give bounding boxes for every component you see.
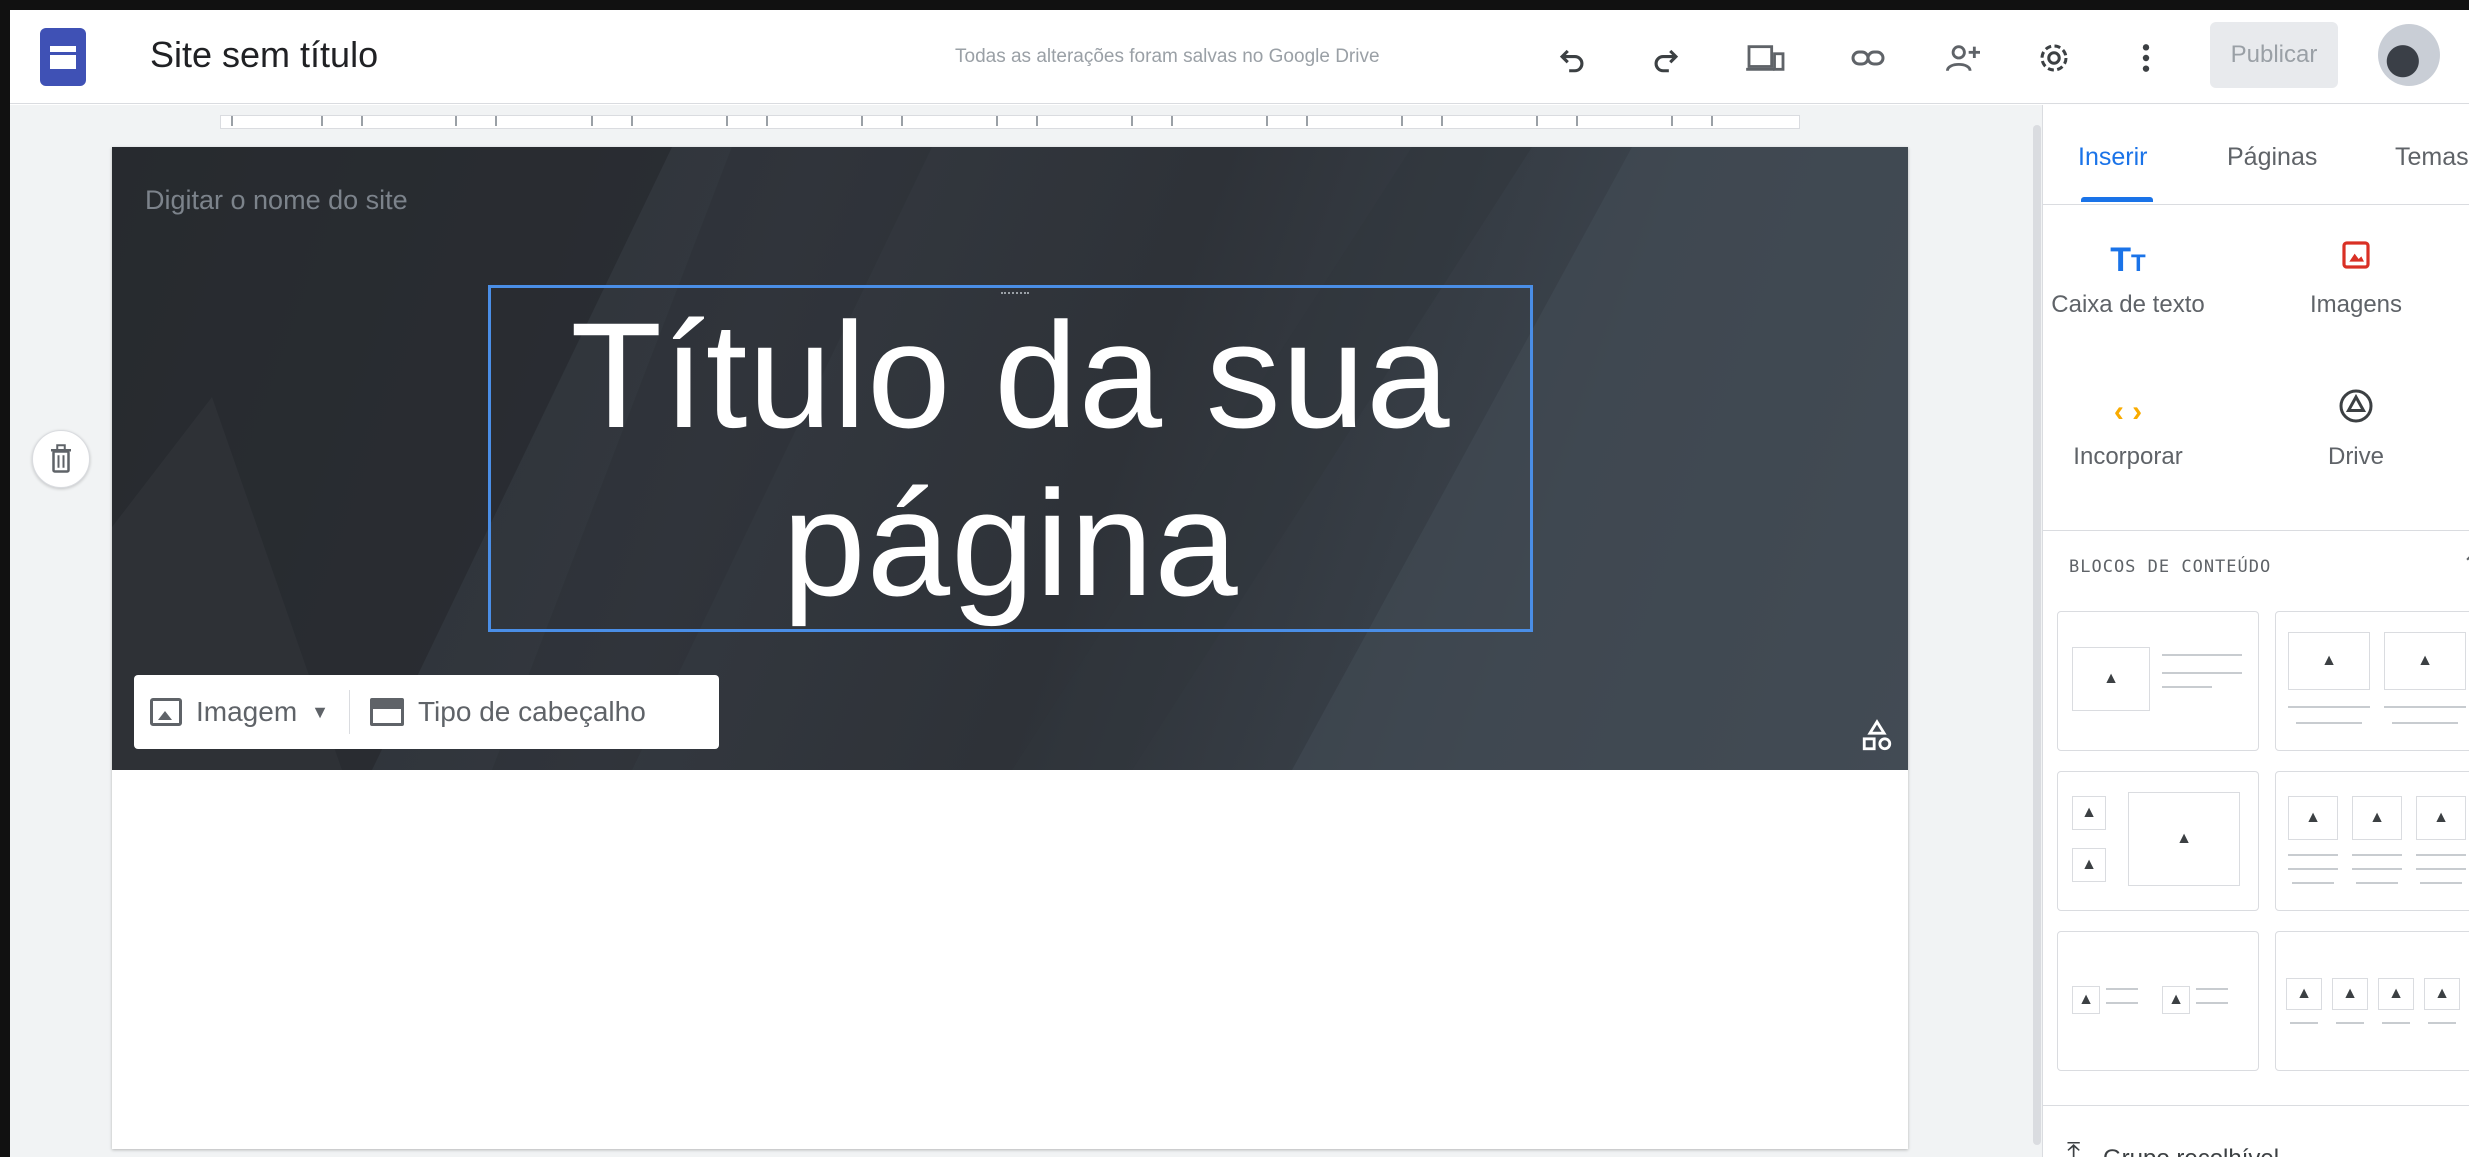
ruler — [220, 115, 1800, 129]
delete-section-button[interactable] — [32, 430, 90, 488]
content-block-two-images[interactable]: ▲ ▲ — [2275, 611, 2469, 751]
collapsible-group-item[interactable]: Grupo recolhível — [2103, 1145, 2279, 1157]
image-placeholder-icon: ▲ — [2342, 985, 2358, 1002]
toolbar-divider — [348, 690, 350, 734]
settings-icon[interactable] — [2028, 32, 2080, 84]
side-panel: Inserir Páginas Temas TT Caixa de texto … — [2042, 105, 2469, 1157]
sites-logo-icon[interactable] — [40, 28, 86, 86]
tab-pages[interactable]: Páginas — [2227, 143, 2317, 172]
publish-button[interactable]: Publicar — [2210, 22, 2338, 88]
content-block-three-images[interactable]: ▲ ▲ ▲ — [2275, 771, 2469, 911]
site-title[interactable]: Site sem título — [150, 34, 378, 76]
image-placeholder-icon: ▲ — [2434, 985, 2450, 1002]
header-type-button[interactable]: Tipo de cabeçalho — [369, 696, 646, 728]
image-placeholder-icon: ▲ — [2417, 652, 2433, 669]
image-placeholder-icon: ▲ — [2081, 804, 2097, 821]
preview-icon[interactable] — [1740, 32, 1792, 84]
more-options-icon[interactable] — [2120, 32, 2172, 84]
images-icon — [2271, 235, 2441, 285]
content-block-image-text[interactable]: ▲ — [2057, 611, 2259, 751]
panel-tabs: Inserir Páginas Temas — [2043, 105, 2469, 205]
image-placeholder-icon: ▲ — [2176, 830, 2192, 847]
page-title-line-1: Título da sua — [570, 290, 1451, 459]
add-person-icon[interactable] — [1937, 32, 1989, 84]
image-placeholder-icon: ▲ — [2433, 809, 2449, 826]
canvas-scrollbar[interactable] — [2032, 105, 2042, 1157]
editor-canvas: Digitar o nome do site Título da sua pág… — [10, 105, 2032, 1157]
image-placeholder-icon: ▲ — [2081, 856, 2097, 873]
app-window: Site sem título Todas as alterações fora… — [0, 0, 2469, 1157]
image-icon — [150, 698, 182, 726]
embed-icon: ‹ › — [2113, 395, 2143, 428]
section-divider — [2043, 1105, 2469, 1106]
top-bar: Site sem título Todas as alterações fora… — [10, 10, 2469, 104]
page-title-box[interactable]: Título da sua página — [488, 285, 1533, 632]
text-box-icon: TT — [2110, 241, 2146, 279]
image-placeholder-icon: ▲ — [2388, 985, 2404, 1002]
shapes-icon[interactable] — [1860, 719, 1896, 755]
avatar[interactable] — [2378, 24, 2440, 86]
header-type-label: Tipo de cabeçalho — [417, 696, 646, 727]
image-placeholder-icon: ▲ — [2168, 991, 2184, 1008]
tab-insert[interactable]: Inserir — [2078, 143, 2147, 172]
header-toolbar: Imagem ▼ Tipo de cabeçalho — [134, 675, 719, 749]
image-placeholder-icon: ▲ — [2305, 809, 2321, 826]
redo-icon[interactable] — [1640, 32, 1692, 84]
dropdown-arrow-icon: ▼ — [311, 701, 329, 722]
image-menu-button[interactable]: Imagem ▼ — [150, 696, 329, 728]
save-status: Todas as alterações foram salvas no Goog… — [955, 46, 1380, 67]
image-placeholder-icon: ▲ — [2369, 809, 2385, 826]
insert-embed[interactable]: ‹ › Incorporar — [2043, 387, 2213, 471]
drive-icon — [2271, 387, 2441, 437]
drag-handle-icon[interactable] — [1001, 292, 1029, 296]
tab-themes[interactable]: Temas — [2395, 143, 2469, 172]
image-placeholder-icon: ▲ — [2321, 652, 2337, 669]
insert-drive[interactable]: Drive — [2271, 387, 2441, 471]
site-name-input[interactable]: Digitar o nome do site — [145, 185, 408, 216]
section-divider — [2043, 530, 2469, 531]
insert-images-label: Imagens — [2309, 291, 2403, 318]
insert-text-box[interactable]: TT Caixa de texto — [2043, 235, 2213, 319]
content-block-image-text-pairs[interactable]: ▲ ▲ — [2057, 931, 2259, 1071]
insert-embed-label: Incorporar — [2073, 443, 2183, 470]
image-menu-label: Imagem — [196, 696, 298, 727]
collapse-blocks-icon[interactable]: ⌃ — [2461, 549, 2469, 580]
header-section[interactable]: Digitar o nome do site Título da sua pág… — [112, 147, 1908, 770]
site-page: Digitar o nome do site Título da sua pág… — [112, 147, 1908, 1149]
header-type-icon — [369, 698, 404, 726]
image-placeholder-icon: ▲ — [2103, 670, 2119, 687]
insert-drive-label: Drive — [2327, 443, 2384, 470]
image-placeholder-icon: ▲ — [2296, 985, 2312, 1002]
undo-icon[interactable] — [1546, 32, 1598, 84]
image-placeholder-icon: ▲ — [2078, 991, 2094, 1008]
page-title[interactable]: Título da sua página — [570, 291, 1450, 627]
active-tab-indicator — [2081, 197, 2153, 202]
insert-images[interactable]: Imagens — [2271, 235, 2441, 319]
content-block-image-grid[interactable]: ▲ ▲ ▲ — [2057, 771, 2259, 911]
content-block-four-images[interactable]: ▲ ▲ ▲ ▲ — [2275, 931, 2469, 1071]
insert-text-box-label: Caixa de texto — [2051, 291, 2205, 318]
collapsible-group-icon: ⤒ — [2067, 1137, 2081, 1157]
link-icon[interactable] — [1842, 32, 1894, 84]
page-title-line-2: página — [782, 458, 1239, 627]
content-blocks-heading: BLOCOS DE CONTEÚDO — [2069, 557, 2272, 577]
